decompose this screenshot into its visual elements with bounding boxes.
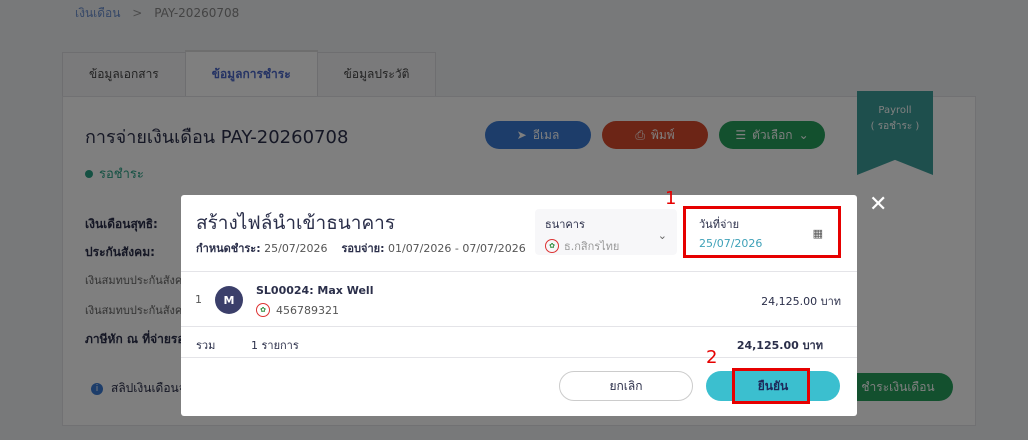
annotation-highlight-1 — [683, 206, 841, 258]
pay-period-value: 01/07/2026 - 07/07/2026 — [387, 242, 526, 255]
chevron-down-icon: ⌄ — [657, 229, 667, 242]
bank-import-modal: สร้างไฟล์นำเข้าธนาคาร กำหนดชำระ: 25/07/2… — [181, 188, 857, 416]
employee-amount: 24,125.00 บาท — [761, 295, 841, 308]
bank-select-value: ธ.กสิกรไทย — [564, 240, 620, 253]
kbank-logo-icon: ✿ — [256, 303, 270, 317]
annotation-number-1: 1 — [665, 188, 677, 209]
divider — [181, 271, 857, 272]
bank-select-caption: ธนาคาร — [545, 218, 585, 231]
employee-name: SL00024: Max Well — [256, 284, 374, 297]
modal-subtitle: กำหนดชำระ: 25/07/2026 รอบจ่าย: 01/07/202… — [196, 239, 526, 257]
close-icon[interactable]: ✕ — [869, 192, 887, 217]
kbank-logo-icon: ✿ — [545, 239, 559, 253]
divider — [181, 326, 857, 327]
due-date-value: 25/07/2026 — [264, 242, 328, 255]
row-index: 1 — [195, 293, 202, 306]
annotation-highlight-2 — [732, 368, 810, 404]
due-date-label: กำหนดชำระ: — [196, 242, 261, 255]
total-amount: 24,125.00 บาท — [736, 339, 823, 352]
employee-account: ✿ 456789321 — [256, 303, 339, 317]
total-count: 1 รายการ — [251, 339, 299, 352]
annotation-number-2: 2 — [706, 347, 718, 368]
bank-select-value-row: ✿ ธ.กสิกรไทย — [545, 237, 667, 255]
account-number: 456789321 — [276, 303, 339, 317]
divider — [181, 357, 857, 358]
avatar: M — [215, 286, 243, 314]
pay-period-label: รอบจ่าย: — [341, 242, 385, 255]
modal-title: สร้างไฟล์นำเข้าธนาคาร — [196, 212, 396, 234]
cancel-button[interactable]: ยกเลิก — [559, 371, 693, 401]
total-label: รวม — [196, 339, 216, 352]
bank-select[interactable]: ธนาคาร ✿ ธ.กสิกรไทย ⌄ — [535, 209, 677, 255]
